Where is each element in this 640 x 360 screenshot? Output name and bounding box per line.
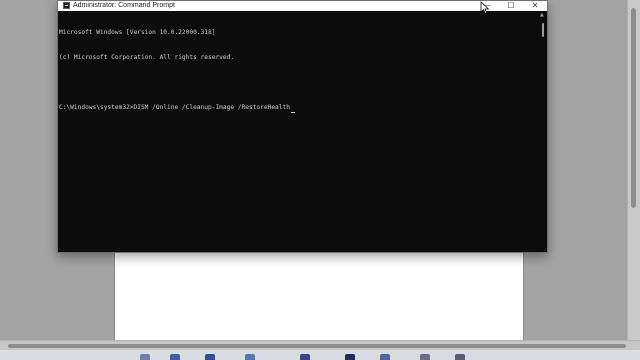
background-vertical-scroll-thumb[interactable] [631,8,636,208]
console-output[interactable]: Microsoft Windows [Version 10.0.22000.31… [59,12,537,248]
taskbar-app-icon[interactable] [170,354,180,360]
taskbar-app-icon[interactable] [420,354,430,360]
command-line[interactable]: C:\Windows\system32>DISM /Online /Cleanu… [59,104,537,113]
console-vertical-scrollbar[interactable]: ▲ [539,11,547,251]
taskbar-app-icon[interactable] [345,354,355,360]
console-line: Microsoft Windows [Version 10.0.22000.31… [59,28,216,36]
background-horizontal-scroll-thumb[interactable] [8,344,626,348]
text-cursor [290,111,295,113]
taskbar [0,350,640,360]
window-titlebar[interactable]: Administrator: Command Prompt — ☐ ✕ [58,1,547,11]
console-line: (c) Microsoft Corporation. All rights re… [59,54,235,62]
close-button[interactable]: ✕ [524,1,546,11]
taskbar-app-icon[interactable] [455,354,465,360]
command-prompt-window[interactable]: Administrator: Command Prompt — ☐ ✕ Micr… [57,0,548,253]
scroll-up-arrow-icon[interactable]: ▲ [540,13,544,18]
taskbar-app-icon[interactable] [140,354,150,360]
taskbar-app-icon[interactable] [205,354,215,360]
background-vertical-scrollbar[interactable] [627,0,640,350]
taskbar-app-icon[interactable] [300,354,310,360]
taskbar-app-icon[interactable] [380,354,390,360]
console-scroll-thumb[interactable] [542,23,544,37]
maximize-button[interactable]: ☐ [500,1,522,11]
window-title: Administrator: Command Prompt [73,2,175,9]
taskbar-app-icon[interactable] [245,354,255,360]
background-document-page [114,248,524,340]
command-text: C:\Windows\system32>DISM /Online /Cleanu… [59,104,290,112]
command-prompt-icon [63,2,70,9]
mouse-pointer-icon [480,1,490,15]
